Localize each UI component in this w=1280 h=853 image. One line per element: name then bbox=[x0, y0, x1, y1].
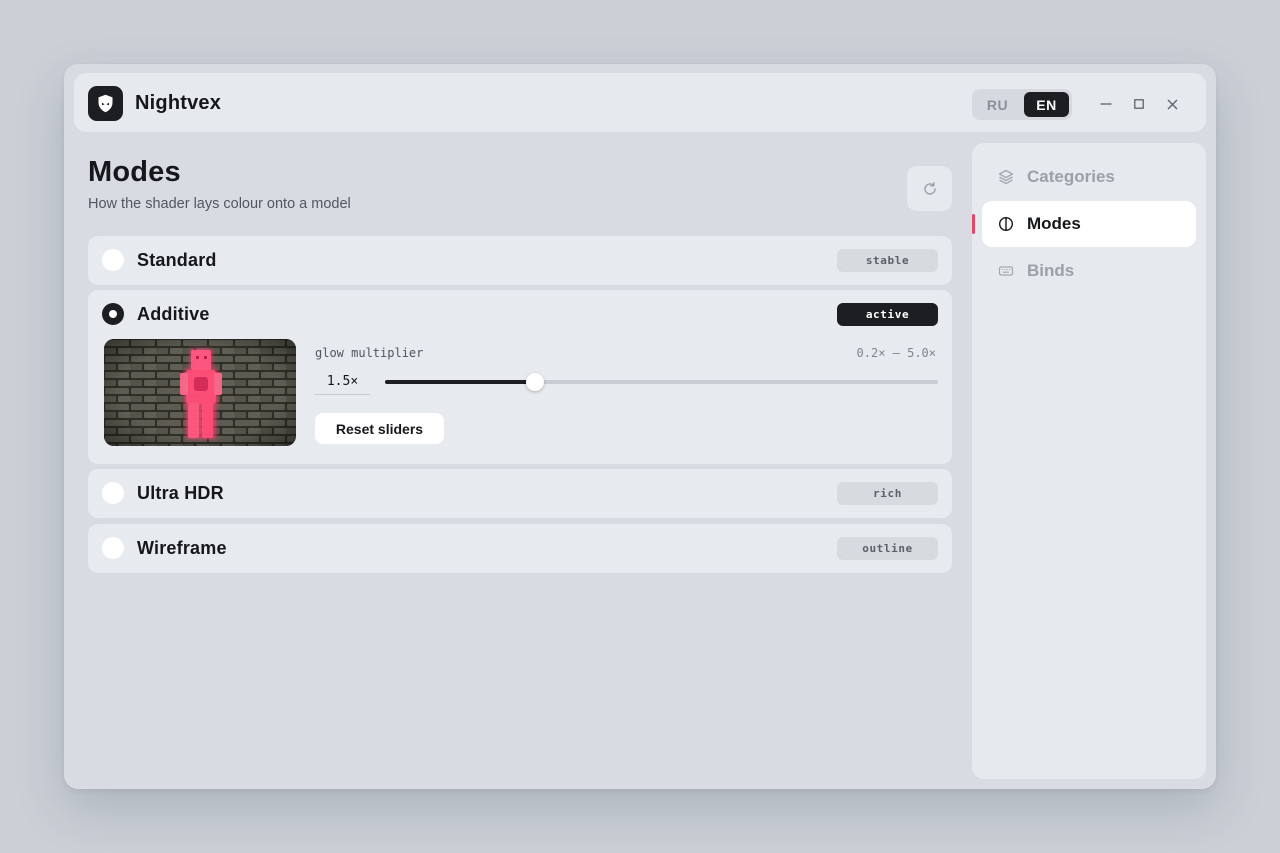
refresh-button[interactable] bbox=[907, 166, 952, 211]
app-logo-icon bbox=[88, 86, 123, 121]
mode-name: Wireframe bbox=[137, 538, 227, 558]
sidebar-item-label: Modes bbox=[1027, 214, 1081, 233]
sidebar-item-modes[interactable]: Modes bbox=[982, 201, 1196, 247]
maximize-icon bbox=[1134, 99, 1144, 109]
slider-thumb[interactable] bbox=[525, 373, 544, 391]
mode-name: Ultra HDR bbox=[137, 483, 224, 503]
mode-tag-active: active bbox=[837, 303, 938, 326]
title-bar: Nightvex RU EN bbox=[74, 73, 1206, 132]
minimize-icon bbox=[1100, 103, 1112, 105]
mode-card-standard[interactable]: Standard stable bbox=[88, 236, 952, 285]
mode-tag: rich bbox=[837, 482, 938, 505]
close-icon bbox=[1167, 99, 1177, 109]
mode-radio-additive[interactable] bbox=[102, 303, 124, 325]
mode-name: Additive bbox=[137, 304, 210, 324]
slider-value-input[interactable]: 1.5× bbox=[315, 369, 370, 395]
layers-icon bbox=[998, 169, 1014, 185]
sidebar-item-label: Binds bbox=[1027, 261, 1075, 280]
mode-tag: outline bbox=[837, 537, 938, 560]
glow-multiplier-slider[interactable] bbox=[385, 373, 938, 391]
active-indicator bbox=[972, 214, 975, 234]
page-subtitle: How the shader lays colour onto a model bbox=[88, 196, 351, 212]
language-en[interactable]: EN bbox=[1024, 92, 1069, 117]
mode-card-additive[interactable]: Additive active glow multiplier 0.2× – 5… bbox=[88, 290, 952, 464]
mode-card-wireframe[interactable]: Wireframe outline bbox=[88, 524, 952, 573]
mode-radio-standard[interactable] bbox=[102, 249, 124, 271]
language-switch: RU EN bbox=[972, 89, 1072, 120]
sidebar-item-categories[interactable]: Categories bbox=[982, 154, 1196, 200]
mode-radio-ultra-hdr[interactable] bbox=[102, 482, 124, 504]
maximize-button[interactable] bbox=[1130, 95, 1148, 113]
reset-sliders-button[interactable]: Reset sliders bbox=[315, 413, 444, 444]
language-ru[interactable]: RU bbox=[975, 92, 1020, 117]
app-window: Nightvex RU EN Modes How the shader lays… bbox=[64, 64, 1216, 789]
keyboard-icon bbox=[998, 266, 1014, 276]
page-title: Modes bbox=[88, 156, 181, 188]
slider-fill bbox=[385, 380, 535, 384]
mode-card-ultra-hdr[interactable]: Ultra HDR rich bbox=[88, 469, 952, 518]
mode-name: Standard bbox=[137, 250, 217, 270]
mode-preview-image bbox=[104, 339, 296, 446]
contrast-icon bbox=[998, 216, 1014, 232]
close-button[interactable] bbox=[1163, 95, 1181, 113]
mode-radio-wireframe[interactable] bbox=[102, 537, 124, 559]
slider-range: 0.2× – 5.0× bbox=[856, 346, 936, 360]
sidebar: Categories Modes Binds bbox=[972, 143, 1206, 779]
refresh-icon bbox=[923, 181, 936, 195]
sidebar-item-label: Categories bbox=[1027, 167, 1115, 186]
sidebar-item-binds[interactable]: Binds bbox=[982, 248, 1196, 294]
mode-tag: stable bbox=[837, 249, 938, 272]
app-name: Nightvex bbox=[135, 92, 222, 114]
minimize-button[interactable] bbox=[1097, 95, 1115, 113]
slider-label: glow multiplier bbox=[315, 346, 424, 360]
